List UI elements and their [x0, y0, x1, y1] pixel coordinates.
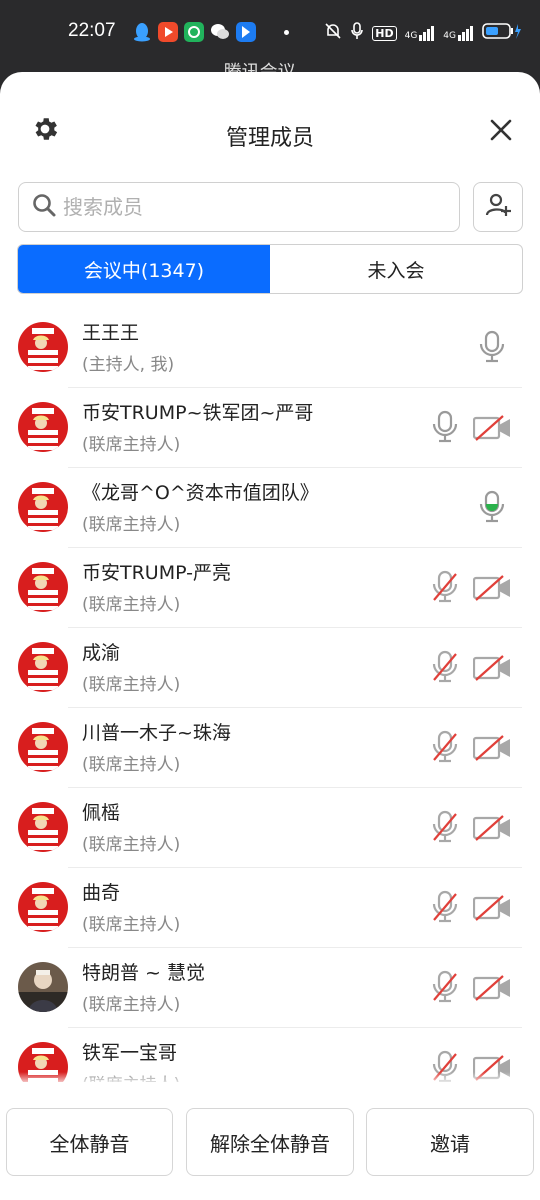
member-row[interactable]: 币安TRUMP-严亮 (联席主持人)	[0, 548, 540, 628]
page-title: 管理成员	[225, 126, 314, 151]
member-row[interactable]: 川普一木子~珠海 (联席主持人)	[0, 708, 540, 788]
avatar	[18, 802, 68, 852]
mic-muted-icon[interactable]	[431, 890, 459, 924]
member-tabs: 会议中(1347) 未入会	[17, 244, 523, 294]
avatar	[18, 962, 68, 1012]
member-name: 曲奇	[82, 882, 121, 904]
meeting-app-icon	[236, 22, 256, 42]
status-time: 22:07	[68, 20, 116, 41]
tab-in-meeting[interactable]: 会议中(1347)	[18, 245, 270, 293]
battery-charging-icon	[482, 22, 522, 44]
member-role: (联席主持人)	[82, 435, 181, 455]
search-box[interactable]	[18, 182, 460, 232]
camera-off-icon[interactable]	[472, 734, 511, 762]
avatar	[18, 402, 68, 452]
qq-icon	[132, 22, 152, 42]
member-role: (联席主持人)	[82, 595, 181, 615]
microphone-icon[interactable]	[478, 490, 506, 524]
member-role: (联席主持人)	[82, 995, 181, 1015]
signal-4g-icon: 4G	[405, 25, 436, 41]
member-name: 币安TRUMP~铁军团~严哥	[82, 402, 314, 424]
mic-status-icon	[350, 22, 364, 44]
member-name: 王王王	[82, 322, 140, 344]
sheet-header: 管理成员	[0, 72, 540, 162]
invite-button[interactable]: 邀请	[366, 1108, 534, 1176]
action-bar: 全体静音 解除全体静音 邀请	[0, 1082, 540, 1200]
avatar	[18, 642, 68, 692]
music-icon	[184, 22, 204, 42]
member-row[interactable]: 成渝 (联席主持人)	[0, 628, 540, 708]
member-role: (主持人, 我)	[82, 355, 175, 375]
avatar	[18, 882, 68, 932]
unmute-all-button[interactable]: 解除全体静音	[186, 1108, 354, 1176]
system-icons: HD 4G 4G	[324, 22, 522, 44]
add-member-button[interactable]	[473, 182, 523, 232]
member-role: (联席主持人)	[82, 835, 181, 855]
member-name: 佩榣	[82, 802, 121, 824]
member-name: 川普一木子~珠海	[82, 722, 231, 744]
member-role: (联席主持人)	[82, 515, 181, 535]
mic-muted-icon[interactable]	[431, 650, 459, 684]
search-input[interactable]	[63, 195, 423, 219]
camera-off-icon[interactable]	[472, 654, 511, 682]
member-row[interactable]: 特朗普 ~ 慧觉 (联席主持人)	[0, 948, 540, 1028]
member-row[interactable]: 币安TRUMP~铁军团~严哥 (联席主持人)	[0, 388, 540, 468]
member-row[interactable]: 曲奇 (联席主持人)	[0, 868, 540, 948]
avatar	[18, 722, 68, 772]
camera-off-icon[interactable]	[472, 974, 511, 1002]
camera-off-icon[interactable]	[472, 894, 511, 922]
member-list: 王王王 (主持人, 我) 币安TRUMP~铁军团~严哥 (联席主持人) 《龙哥^O^资本…	[0, 308, 540, 1084]
camera-off-icon[interactable]	[472, 574, 511, 602]
member-name: 铁军一宝哥	[82, 1042, 178, 1064]
member-name: 特朗普 ~ 慧觉	[82, 962, 205, 984]
member-row[interactable]: 佩榣 (联席主持人)	[0, 788, 540, 868]
member-row[interactable]: 《龙哥^O^资本市值团队》 (联席主持人)	[0, 468, 540, 548]
member-name: 成渝	[82, 642, 121, 664]
avatar	[18, 562, 68, 612]
notification-icons	[132, 22, 289, 42]
member-role: (联席主持人)	[82, 755, 181, 775]
avatar	[18, 482, 68, 532]
manage-members-sheet: 管理成员 会议中(1347) 未入会 王王王 (主持人, 我) 币安TRUMP~铁军…	[0, 72, 540, 1200]
member-role: (联席主持人)	[82, 915, 181, 935]
video-icon	[158, 22, 178, 42]
camera-off-icon[interactable]	[472, 814, 511, 842]
member-role: (联席主持人)	[82, 675, 181, 695]
close-icon[interactable]	[486, 115, 516, 145]
member-name: 币安TRUMP-严亮	[82, 562, 232, 584]
mic-muted-icon[interactable]	[431, 570, 459, 604]
add-user-icon	[484, 191, 512, 223]
mic-muted-icon[interactable]	[431, 810, 459, 844]
camera-off-icon[interactable]	[472, 414, 511, 442]
mic-muted-icon[interactable]	[431, 730, 459, 764]
member-name: 《龙哥^O^资本市值团队》	[82, 482, 319, 504]
mic-muted-icon[interactable]	[431, 970, 459, 1004]
member-row[interactable]: 王王王 (主持人, 我)	[0, 308, 540, 388]
signal-4g-icon: 4G	[443, 25, 474, 41]
avatar	[18, 322, 68, 372]
tab-not-joined[interactable]: 未入会	[270, 245, 522, 293]
mute-all-button[interactable]: 全体静音	[6, 1108, 173, 1176]
hd-icon: HD	[372, 25, 397, 41]
wechat-icon	[210, 22, 230, 42]
microphone-icon[interactable]	[478, 330, 506, 364]
status-bar: 22:07 HD 4G 4G	[0, 14, 540, 50]
search-icon	[31, 192, 57, 222]
microphone-icon[interactable]	[431, 410, 459, 444]
more-notifications-dot	[284, 29, 289, 35]
mute-bell-icon	[324, 22, 342, 44]
